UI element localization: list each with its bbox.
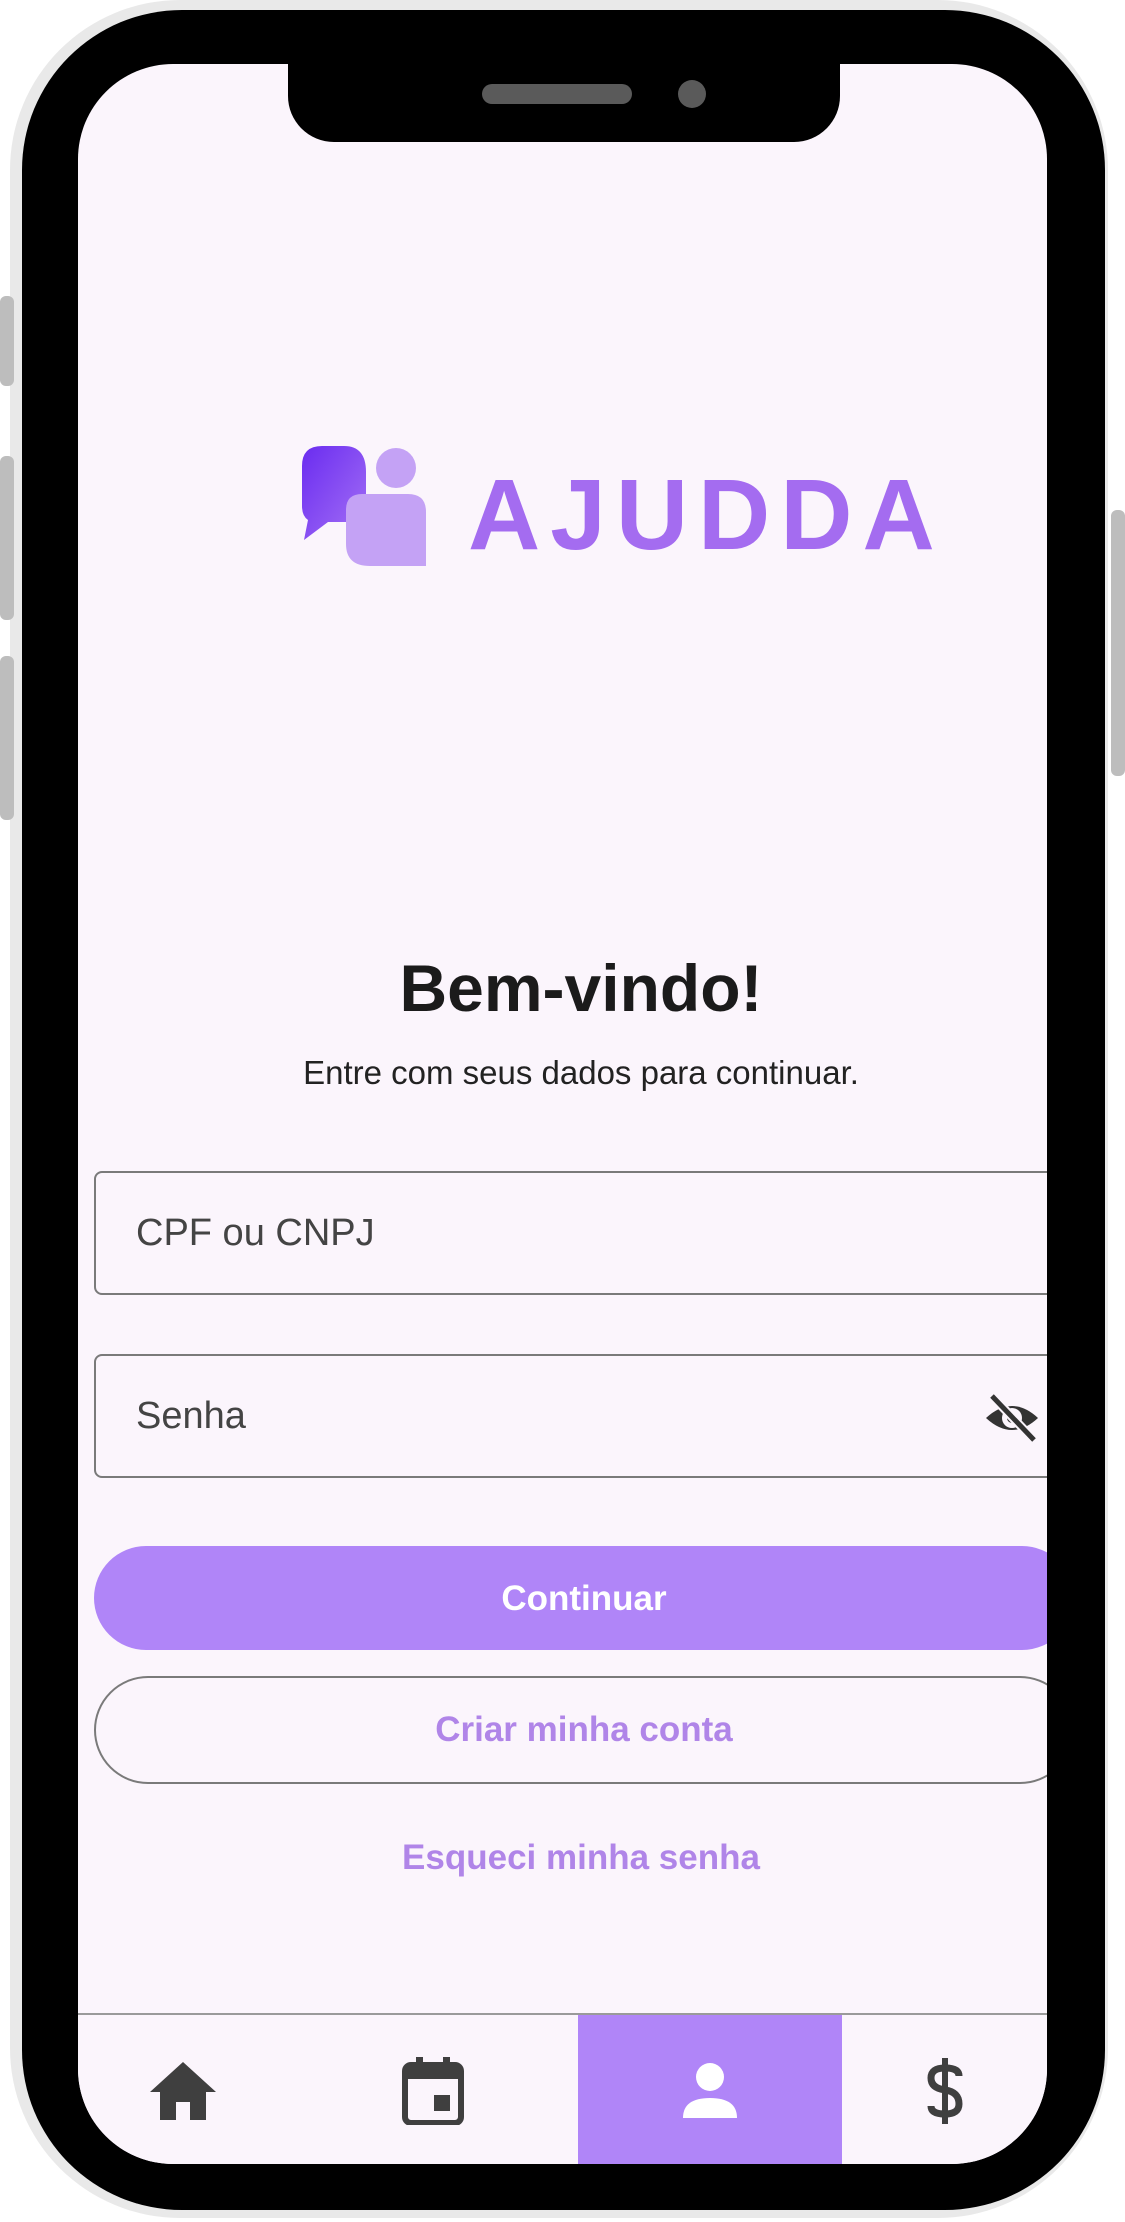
- create-account-button[interactable]: Criar minha conta: [94, 1676, 1047, 1784]
- password-input[interactable]: [96, 1356, 1047, 1476]
- front-camera: [678, 80, 706, 108]
- side-button: [0, 456, 14, 620]
- password-field[interactable]: [94, 1354, 1047, 1478]
- forgot-password-link[interactable]: Esqueci minha senha: [78, 1838, 1047, 1878]
- speaker: [482, 84, 632, 104]
- continue-button[interactable]: Continuar: [94, 1546, 1047, 1650]
- calendar-icon: [402, 2056, 464, 2125]
- app-logo: AJUDDA: [298, 442, 935, 582]
- document-input[interactable]: [96, 1173, 1047, 1293]
- nav-calendar[interactable]: [288, 2015, 578, 2164]
- dollar-icon: [926, 2057, 963, 2124]
- eye-off-icon[interactable]: [982, 1392, 1042, 1444]
- bottom-navigation: [78, 2013, 1047, 2164]
- home-icon: [150, 2061, 216, 2120]
- app-screen: AJUDDA Bem-vindo! Entre com seus dados p…: [78, 64, 1047, 2164]
- person-icon: [683, 2062, 737, 2118]
- side-button: [1111, 510, 1125, 776]
- device-frame: AJUDDA Bem-vindo! Entre com seus dados p…: [0, 0, 1125, 2222]
- notch: [288, 64, 840, 142]
- side-button: [0, 656, 14, 820]
- nav-finance[interactable]: [842, 2015, 1047, 2164]
- document-field[interactable]: [94, 1171, 1047, 1295]
- nav-profile[interactable]: [578, 2015, 842, 2164]
- side-button: [0, 296, 14, 386]
- logo-mark-icon: [302, 446, 426, 566]
- page-title: Bem-vindo!: [399, 951, 763, 1025]
- logo-wordmark: AJUDDA: [468, 459, 945, 571]
- page-subtitle: Entre com seus dados para continuar.: [303, 1054, 859, 1091]
- nav-home[interactable]: [78, 2015, 288, 2164]
